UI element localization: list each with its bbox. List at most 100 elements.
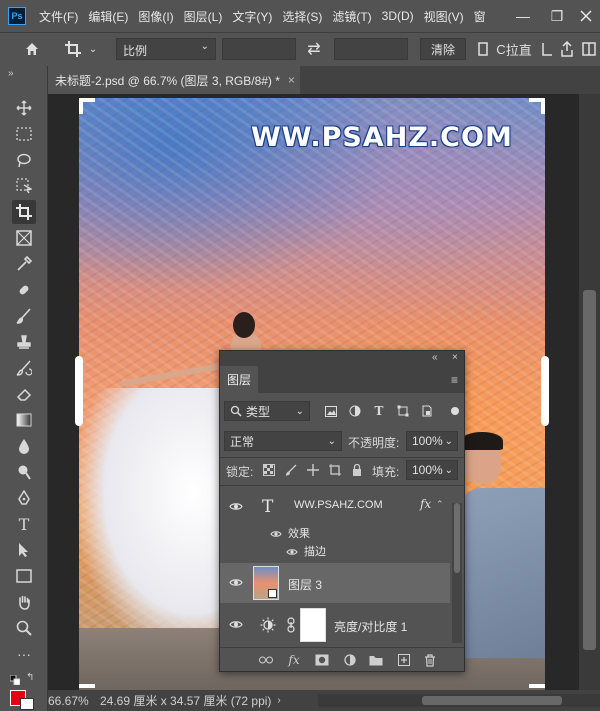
menu-view[interactable]: 视图(V) xyxy=(419,8,469,25)
menu-3d[interactable]: 3D(D) xyxy=(377,9,419,23)
photoshop-logo-icon[interactable]: Ps xyxy=(8,7,26,25)
filter-type-icon[interactable]: T xyxy=(372,404,386,418)
minimize-button[interactable]: — xyxy=(508,0,538,32)
chevron-down-icon[interactable]: ⌄ xyxy=(88,41,98,57)
layer-row-layer-3[interactable]: 图层 3 xyxy=(220,563,450,603)
close-window-button[interactable] xyxy=(572,0,600,32)
swap-icon[interactable]: ⇄ xyxy=(304,39,324,59)
filter-toggle-icon[interactable] xyxy=(448,404,462,418)
visibility-eye-icon[interactable] xyxy=(228,617,244,631)
crop-handle-bottom-left[interactable] xyxy=(79,684,95,688)
background-color-swatch[interactable] xyxy=(20,698,34,710)
gradient-tool-icon[interactable] xyxy=(12,408,36,432)
new-layer-icon[interactable] xyxy=(396,652,412,668)
zoom-level[interactable]: 66.67% xyxy=(48,694,96,708)
object-selection-tool-icon[interactable] xyxy=(12,174,36,198)
layers-scrollbar[interactable] xyxy=(452,503,462,643)
panel-menu-icon[interactable]: ≡ xyxy=(451,373,458,387)
rectangle-tool-icon[interactable] xyxy=(12,564,36,588)
lock-artboard-icon[interactable] xyxy=(328,463,342,477)
dodge-tool-icon[interactable] xyxy=(12,460,36,484)
fill-input[interactable]: 100% ⌄ xyxy=(406,460,458,480)
crop-tool-icon[interactable] xyxy=(12,200,36,224)
eyedropper-tool-icon[interactable] xyxy=(12,252,36,276)
grid-overlay-icon[interactable] xyxy=(540,39,554,59)
menu-filter[interactable]: 滤镜(T) xyxy=(327,8,376,25)
lock-all-icon[interactable] xyxy=(350,463,364,477)
lock-transparency-icon[interactable] xyxy=(262,463,276,477)
filter-smart-object-icon[interactable] xyxy=(420,404,434,418)
visibility-eye-icon[interactable] xyxy=(286,545,298,559)
opacity-input[interactable]: 100% ⌄ xyxy=(406,431,458,451)
healing-brush-tool-icon[interactable] xyxy=(12,278,36,302)
filter-shape-icon[interactable] xyxy=(396,404,410,418)
zoom-tool-icon[interactable] xyxy=(12,616,36,640)
lasso-tool-icon[interactable] xyxy=(12,148,36,172)
menu-edit[interactable]: 编辑(E) xyxy=(83,8,133,25)
history-brush-tool-icon[interactable] xyxy=(12,356,36,380)
layer-mask-thumbnail[interactable] xyxy=(300,608,326,642)
eraser-tool-icon[interactable] xyxy=(12,382,36,406)
filter-pixel-icon[interactable] xyxy=(324,404,338,418)
layer-name[interactable]: WW.PSAHZ.COM xyxy=(294,499,383,511)
more-tools-icon[interactable]: ··· xyxy=(12,642,36,666)
clone-stamp-tool-icon[interactable] xyxy=(12,330,36,354)
expand-panel-icon[interactable]: » xyxy=(8,68,14,79)
filter-adjustment-icon[interactable] xyxy=(348,404,362,418)
layer-effects-icon[interactable]: fx xyxy=(420,497,431,511)
swap-colors-icon[interactable]: ↰ xyxy=(26,672,36,683)
crop-handle-bottom-right[interactable] xyxy=(529,684,545,688)
horizontal-scrollbar[interactable] xyxy=(318,694,600,707)
crop-handle-top-right-v[interactable] xyxy=(541,98,545,114)
layers-panel-titlebar[interactable]: « × xyxy=(220,351,464,366)
default-colors-icon[interactable] xyxy=(9,674,21,686)
crop-tool-preset-icon[interactable] xyxy=(62,39,84,59)
frame-tool-icon[interactable] xyxy=(12,226,36,250)
menu-file[interactable]: 文件(F) xyxy=(34,8,83,25)
menu-type[interactable]: 文字(Y) xyxy=(227,8,277,25)
tab-layers[interactable]: 图层 xyxy=(220,366,258,393)
link-icon[interactable] xyxy=(287,617,295,636)
ratio-width-input[interactable] xyxy=(222,38,296,60)
link-layers-icon[interactable] xyxy=(258,652,274,668)
menu-layer[interactable]: 图层(L) xyxy=(179,8,228,25)
blend-mode-select[interactable]: 正常 ⌄ xyxy=(224,431,342,451)
layers-scroll-thumb[interactable] xyxy=(454,503,460,573)
collapse-icon[interactable]: « xyxy=(432,352,438,363)
close-icon[interactable]: × xyxy=(288,73,295,87)
visibility-eye-icon[interactable] xyxy=(228,499,244,513)
ratio-select[interactable]: 比例 ⌄ xyxy=(116,38,216,60)
crop-handle-top-left-v[interactable] xyxy=(79,98,83,114)
layer-row-text[interactable]: T WW.PSAHZ.COM fx ⌃ xyxy=(220,487,450,527)
vertical-scrollbar[interactable] xyxy=(579,94,600,690)
brush-tool-icon[interactable] xyxy=(12,304,36,328)
straighten-icon[interactable] xyxy=(476,39,490,59)
crop-handle-right[interactable] xyxy=(541,356,549,426)
document-tab[interactable]: 未标题-2.psd @ 66.7% (图层 3, RGB/8#) * × xyxy=(48,66,300,94)
layer-name[interactable]: 亮度/对比度 1 xyxy=(334,618,407,635)
stroke-effect-row[interactable]: 描边 xyxy=(220,541,450,559)
visibility-eye-icon[interactable] xyxy=(270,527,282,541)
layer-name[interactable]: 图层 3 xyxy=(288,576,322,593)
path-selection-tool-icon[interactable] xyxy=(12,538,36,562)
crop-handle-left[interactable] xyxy=(75,356,83,426)
type-tool-icon[interactable]: T xyxy=(12,512,36,536)
menu-window[interactable]: 窗 xyxy=(469,8,491,25)
layer-filter-select[interactable]: 类型 ⌄ xyxy=(224,401,310,421)
home-icon[interactable] xyxy=(22,39,42,59)
menu-image[interactable]: 图像(I) xyxy=(133,8,178,25)
hand-tool-icon[interactable] xyxy=(12,590,36,614)
share-icon[interactable] xyxy=(558,39,576,59)
effects-row[interactable]: 效果 xyxy=(220,523,450,541)
straighten-button[interactable]: C 拉直 xyxy=(492,39,536,59)
new-group-folder-icon[interactable] xyxy=(368,652,384,668)
lock-position-icon[interactable] xyxy=(306,463,320,477)
move-tool-icon[interactable] xyxy=(12,96,36,120)
pen-tool-icon[interactable] xyxy=(12,486,36,510)
delete-layer-trash-icon[interactable] xyxy=(422,652,438,668)
close-icon[interactable]: × xyxy=(452,352,458,363)
clear-button[interactable]: 清除 xyxy=(420,38,466,60)
menu-select[interactable]: 选择(S) xyxy=(277,8,327,25)
lock-pixels-icon[interactable] xyxy=(284,463,298,477)
blur-tool-icon[interactable] xyxy=(12,434,36,458)
